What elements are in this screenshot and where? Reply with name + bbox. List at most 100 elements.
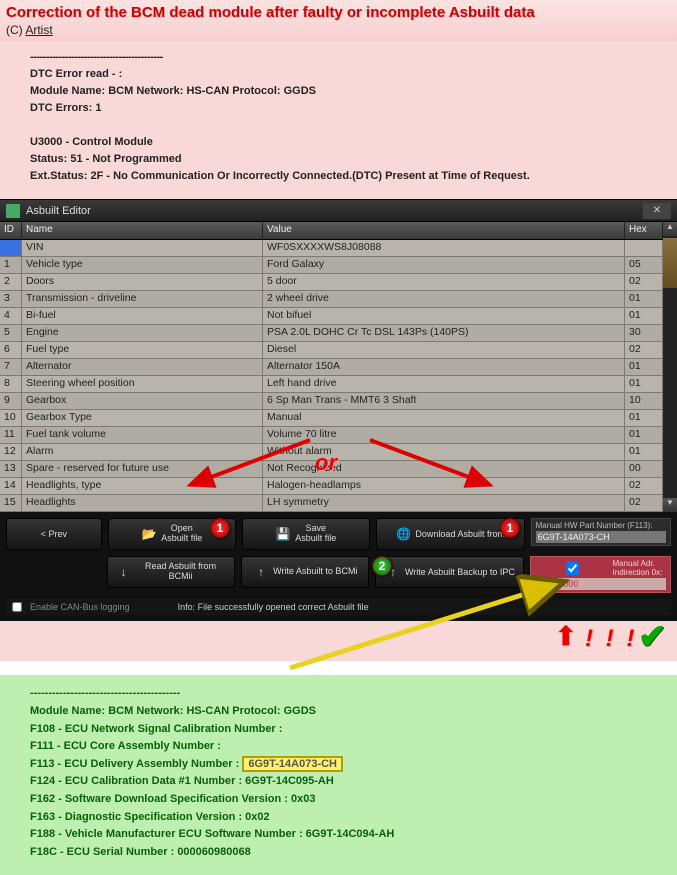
cell-name: VIN bbox=[22, 240, 263, 257]
cell-hex: 02 bbox=[625, 495, 663, 512]
cell-name: Alarm bbox=[22, 444, 263, 461]
cell-value: Alternator 150A bbox=[263, 359, 625, 376]
col-id[interactable]: ID bbox=[0, 222, 22, 239]
cell-id: 9 bbox=[0, 393, 22, 410]
write-asbuilt-button[interactable]: ↑Write Asbuilt to BCMi bbox=[241, 556, 369, 588]
table-row[interactable]: 8Steering wheel positionLeft hand drive0… bbox=[0, 376, 663, 393]
dtc-error-panel: ----------------------------------------… bbox=[0, 41, 677, 199]
globe-icon: 🌐 bbox=[395, 526, 411, 542]
download-arrow-icon: ↓ bbox=[116, 564, 131, 580]
cell-name: Gearbox bbox=[22, 393, 263, 410]
cell-value: Not bifuel bbox=[263, 308, 625, 325]
scroll-thumb[interactable] bbox=[663, 238, 677, 288]
cell-value: 2 wheel drive bbox=[263, 291, 625, 308]
table-row[interactable]: VINWF0SXXXXWS8J08088 bbox=[0, 240, 663, 257]
cell-value: Volume 70 litre bbox=[263, 427, 625, 444]
cell-id: 4 bbox=[0, 308, 22, 325]
table-row[interactable]: 10Gearbox TypeManual01 bbox=[0, 410, 663, 427]
header-bar: Correction of the BCM dead module after … bbox=[0, 0, 677, 41]
cell-hex: 02 bbox=[625, 274, 663, 291]
cell-name: Spare - reserved for future use bbox=[22, 461, 263, 478]
page-title: Correction of the BCM dead module after … bbox=[6, 4, 671, 21]
up-arrow-icon: ⬆ bbox=[555, 621, 577, 652]
cell-id: 13 bbox=[0, 461, 22, 478]
info-status: Info: File successfully opened correct A… bbox=[178, 602, 369, 612]
cell-value: LH symmetry bbox=[263, 495, 625, 512]
cell-id: 15 bbox=[0, 495, 22, 512]
table-row[interactable]: 15HeadlightsLH symmetry02 bbox=[0, 495, 663, 512]
cell-hex: 01 bbox=[625, 308, 663, 325]
cell-hex: 10 bbox=[625, 393, 663, 410]
dtc-ext-status: Ext.Status: 2F - No Communication Or Inc… bbox=[30, 168, 657, 185]
cell-hex: 01 bbox=[625, 410, 663, 427]
cell-hex: 00 bbox=[625, 461, 663, 478]
cell-value: Left hand drive bbox=[263, 376, 625, 393]
separator: ----------------------------------------… bbox=[30, 49, 657, 66]
f113-highlight: 6G9T-14A073-CH bbox=[242, 756, 343, 772]
manual-hw-input[interactable] bbox=[536, 531, 666, 543]
cell-name: Alternator bbox=[22, 359, 263, 376]
cell-name: Steering wheel position bbox=[22, 376, 263, 393]
f124-line: F124 - ECU Calibration Data #1 Number : … bbox=[30, 773, 657, 791]
annotation-or: or bbox=[315, 450, 337, 476]
table-row[interactable]: 14Headlights, typeHalogen-headlamps02 bbox=[0, 478, 663, 495]
manual-adr-input[interactable] bbox=[535, 578, 666, 590]
vertical-scrollbar[interactable]: ▲ ▼ bbox=[663, 222, 677, 512]
scroll-up-icon[interactable]: ▲ bbox=[663, 222, 677, 236]
table-row[interactable]: 5EnginePSA 2.0L DOHC Cr Tc DSL 143Ps (14… bbox=[0, 325, 663, 342]
checkmark-icon: ✔ bbox=[638, 617, 667, 657]
cell-id: 3 bbox=[0, 291, 22, 308]
col-value[interactable]: Value bbox=[263, 222, 625, 239]
table-row[interactable]: 11Fuel tank volumeVolume 70 litre01 bbox=[0, 427, 663, 444]
manual-hw-part-box: Manual HW Part Number (F113): bbox=[531, 518, 671, 546]
table-row[interactable]: 4Bi-fuelNot bifuel01 bbox=[0, 308, 663, 325]
write-backup-button[interactable]: ↑Write Asbuilt Backup to IPC bbox=[375, 556, 524, 588]
table-row[interactable]: 3Transmission - driveline2 wheel drive01 bbox=[0, 291, 663, 308]
cell-value: WF0SXXXXWS8J08088 bbox=[263, 240, 625, 257]
col-name[interactable]: Name bbox=[22, 222, 263, 239]
can-log-checkbox[interactable] bbox=[12, 602, 22, 612]
scroll-down-icon[interactable]: ▼ bbox=[663, 498, 677, 512]
module-info-panel: ----------------------------------------… bbox=[0, 675, 677, 875]
cell-value: 6 Sp Man Trans - MMT6 3 Shaft bbox=[263, 393, 625, 410]
table-row[interactable]: 9Gearbox6 Sp Man Trans - MMT6 3 Shaft10 bbox=[0, 393, 663, 410]
f188-line: F188 - Vehicle Manufacturer ECU Software… bbox=[30, 826, 657, 844]
grid-header: ID Name Value Hex bbox=[0, 222, 663, 240]
table-row[interactable]: 7AlternatorAlternator 150A01 bbox=[0, 359, 663, 376]
cell-id: 1 bbox=[0, 257, 22, 274]
cell-id: 2 bbox=[0, 274, 22, 291]
cell-id: 10 bbox=[0, 410, 22, 427]
col-hex[interactable]: Hex bbox=[625, 222, 663, 239]
table-row[interactable]: 1Vehicle typeFord Galaxy05 bbox=[0, 257, 663, 274]
cell-value: Diesel bbox=[263, 342, 625, 359]
cell-name: Transmission - driveline bbox=[22, 291, 263, 308]
dtc-status: Status: 51 - Not Programmed bbox=[30, 151, 657, 168]
cell-name: Headlights bbox=[22, 495, 263, 512]
cell-hex: 01 bbox=[625, 444, 663, 461]
read-asbuilt-button[interactable]: ↓Read Asbuilt from BCMii bbox=[107, 556, 235, 588]
window-close-button[interactable]: ✕ bbox=[643, 203, 671, 219]
annotation-strip: ⬆ ! ! ! ✔ bbox=[0, 621, 677, 661]
cell-id: 14 bbox=[0, 478, 22, 495]
save-asbuilt-button[interactable]: 💾Save Asbuilt file bbox=[242, 518, 370, 550]
cell-id: 6 bbox=[0, 342, 22, 359]
toolbar: < Prev 📂Open Asbuilt file 💾Save Asbuilt … bbox=[0, 512, 677, 621]
exclamation-annotation: ! ! ! bbox=[585, 625, 637, 653]
window-titlebar[interactable]: Asbuilt Editor ✕ bbox=[0, 200, 677, 222]
manual-adr-checkbox[interactable] bbox=[535, 562, 609, 575]
f108-line: F108 - ECU Network Signal Calibration Nu… bbox=[30, 721, 657, 739]
folder-open-icon: 📂 bbox=[141, 526, 157, 542]
cell-id: 8 bbox=[0, 376, 22, 393]
cell-hex: 01 bbox=[625, 376, 663, 393]
dtc-code: U3000 - Control Module bbox=[30, 134, 657, 151]
cell-name: Bi-fuel bbox=[22, 308, 263, 325]
artist-credit: (C) Artist bbox=[6, 23, 671, 37]
prev-button[interactable]: < Prev bbox=[6, 518, 102, 550]
table-row[interactable]: 6Fuel typeDiesel02 bbox=[0, 342, 663, 359]
manual-adr-label: Manual Adr. Indirection 0x: bbox=[613, 559, 667, 577]
app-icon bbox=[6, 204, 20, 218]
cell-hex: 02 bbox=[625, 342, 663, 359]
cell-value: Manual bbox=[263, 410, 625, 427]
table-row[interactable]: 2Doors5 door02 bbox=[0, 274, 663, 291]
cell-value: 5 door bbox=[263, 274, 625, 291]
